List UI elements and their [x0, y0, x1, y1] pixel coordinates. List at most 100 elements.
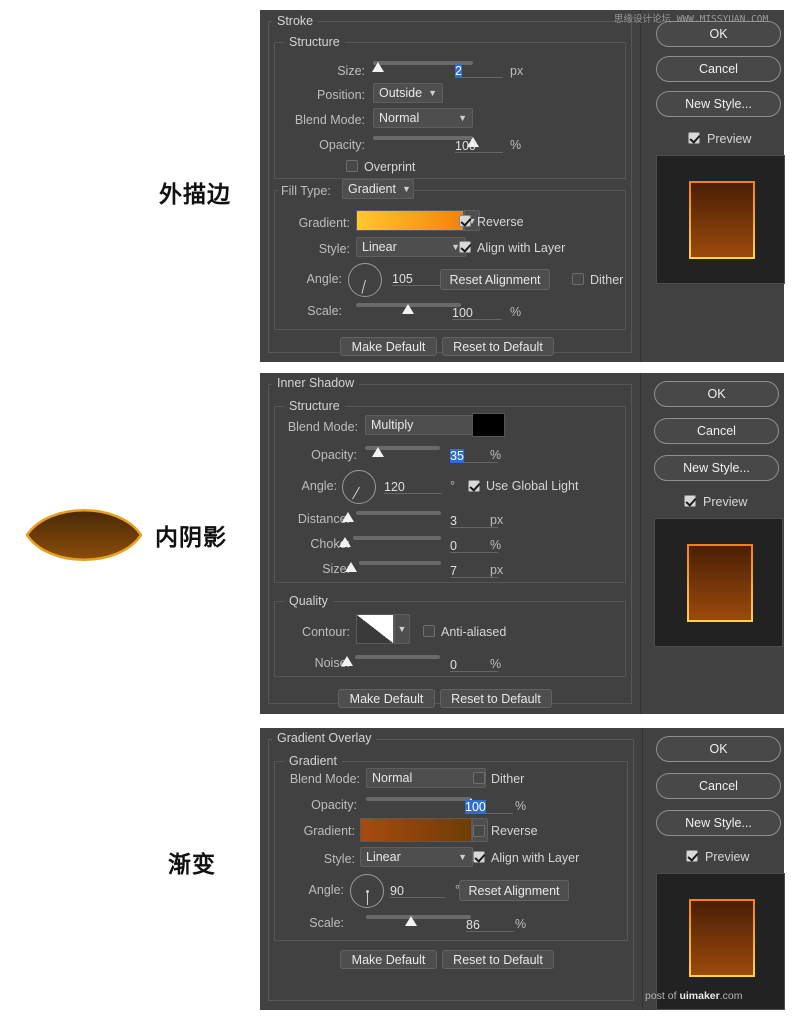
- is-structure-group-title: Structure: [284, 400, 345, 412]
- is-angle-value-field[interactable]: 120: [384, 478, 442, 494]
- is-opacity-unit: %: [490, 448, 502, 462]
- anti-aliased-checkbox[interactable]: [423, 625, 435, 637]
- go-scale-label: Scale:: [309, 916, 344, 930]
- dither-label: Dither: [590, 273, 624, 287]
- watermark-prefix: post of: [645, 990, 680, 1002]
- contour-swatch[interactable]: [356, 614, 394, 644]
- reset-alignment-button[interactable]: Reset Alignment: [440, 269, 550, 290]
- scale-slider-thumb[interactable]: [402, 304, 415, 314]
- go-angle-dial[interactable]: [350, 874, 384, 908]
- is-make-default-button[interactable]: Make Default: [338, 689, 435, 708]
- overprint-checkbox[interactable]: [346, 160, 358, 172]
- gradient-swatch[interactable]: [356, 210, 464, 231]
- make-default-button[interactable]: Make Default: [340, 337, 437, 356]
- choke-value: 0: [450, 539, 457, 553]
- is-reset-to-default-button[interactable]: Reset to Default: [440, 689, 552, 708]
- stroke-group-title: Stroke: [272, 15, 319, 27]
- size-label: Size:: [337, 64, 365, 78]
- distance-slider-thumb[interactable]: [342, 512, 355, 522]
- is-size-unit: px: [490, 563, 504, 577]
- go-scale-slider-thumb[interactable]: [405, 916, 418, 926]
- go-scale-value-field[interactable]: 86: [466, 916, 514, 932]
- go-gradient-label: Gradient:: [303, 824, 355, 838]
- is-size-slider-track[interactable]: [359, 561, 441, 565]
- fill-type-value: Gradient: [348, 182, 396, 196]
- go-new-style-button[interactable]: New Style...: [656, 810, 781, 836]
- is-angle-dial[interactable]: [342, 470, 376, 504]
- go-blend-mode-value: Normal: [372, 771, 413, 785]
- watermark-suffix: .com: [719, 990, 743, 1002]
- go-style-select[interactable]: Linear ▼: [360, 847, 473, 867]
- go-cancel-button[interactable]: Cancel: [656, 773, 781, 799]
- go-scale-slider-track[interactable]: [366, 915, 471, 919]
- noise-slider-thumb[interactable]: [341, 656, 354, 666]
- style-label: Style:: [318, 242, 350, 256]
- quality-group-title: Quality: [284, 595, 333, 607]
- go-blend-mode-label: Blend Mode:: [289, 772, 360, 786]
- choke-unit: %: [490, 538, 502, 552]
- opacity-unit: %: [510, 138, 522, 152]
- go-reverse-checkbox[interactable]: [473, 825, 485, 837]
- new-style-button[interactable]: New Style...: [656, 91, 781, 117]
- shadow-color-swatch[interactable]: [472, 413, 505, 437]
- is-size-slider-thumb[interactable]: [345, 562, 358, 572]
- reverse-checkbox[interactable]: [459, 215, 471, 227]
- inner-shadow-lens-illustration: [25, 509, 143, 561]
- go-gradient-swatch[interactable]: [360, 818, 472, 842]
- distance-value: 3: [450, 514, 457, 528]
- blend-mode-select[interactable]: Normal ▼: [373, 108, 473, 128]
- choke-slider-track[interactable]: [353, 536, 441, 540]
- noise-slider-track[interactable]: [355, 655, 440, 659]
- go-opacity-value-field[interactable]: 100: [465, 798, 513, 814]
- style-value: Linear: [362, 240, 397, 254]
- go-dither-label: Dither: [491, 772, 525, 786]
- scale-value-field[interactable]: 100: [452, 304, 502, 320]
- scale-label: Scale:: [307, 304, 342, 318]
- go-angle-value-field[interactable]: 90: [390, 882, 445, 898]
- go-preview-checkbox[interactable]: [686, 850, 698, 862]
- is-opacity-slider-thumb[interactable]: [372, 447, 385, 457]
- go-align-with-layer-label: Align with Layer: [491, 851, 580, 865]
- preview-checkbox[interactable]: [688, 132, 700, 144]
- contour-picker-chevron-icon[interactable]: ▼: [394, 614, 410, 644]
- style-select[interactable]: Linear ▼: [356, 237, 466, 257]
- go-style-value: Linear: [366, 850, 401, 864]
- is-cancel-button[interactable]: Cancel: [654, 418, 779, 444]
- chevron-down-icon: ▼: [401, 184, 411, 194]
- distance-slider-track[interactable]: [356, 511, 441, 515]
- watermark-brand: uimaker: [679, 990, 720, 1002]
- go-align-with-layer-checkbox[interactable]: [473, 851, 485, 863]
- go-reset-alignment-button[interactable]: Reset Alignment: [459, 880, 569, 901]
- chevron-down-icon: ▼: [451, 242, 460, 252]
- reset-to-default-button[interactable]: Reset to Default: [442, 337, 554, 356]
- choke-slider-thumb[interactable]: [339, 537, 352, 547]
- go-opacity-slider-track[interactable]: [366, 797, 471, 801]
- go-ok-button[interactable]: OK: [656, 736, 781, 762]
- is-opacity-label: Opacity:: [311, 448, 357, 462]
- go-reset-to-default-button[interactable]: Reset to Default: [442, 950, 554, 969]
- angle-value-field[interactable]: 105: [392, 270, 447, 286]
- go-make-default-button[interactable]: Make Default: [340, 950, 437, 969]
- is-angle-unit: °: [450, 479, 455, 493]
- go-dither-checkbox[interactable]: [473, 772, 485, 784]
- position-select[interactable]: Outside ▼: [373, 83, 443, 103]
- go-blend-mode-select[interactable]: Normal ▼: [366, 768, 486, 788]
- use-global-light-checkbox[interactable]: [468, 480, 480, 492]
- dither-checkbox[interactable]: [572, 273, 584, 285]
- align-with-layer-checkbox[interactable]: [459, 241, 471, 253]
- is-blend-mode-value: Multiply: [371, 418, 414, 432]
- fill-type-select[interactable]: Gradient ▼: [342, 179, 414, 199]
- is-blend-mode-label: Blend Mode:: [287, 420, 358, 434]
- opacity-value-field[interactable]: 100: [455, 137, 503, 153]
- is-new-style-button[interactable]: New Style...: [654, 455, 779, 481]
- go-preview-label: Preview: [705, 850, 750, 864]
- stroke-dialog: Stroke Structure Size: 2 px Position: Ou…: [260, 10, 785, 362]
- cancel-button[interactable]: Cancel: [656, 56, 781, 82]
- size-slider-thumb[interactable]: [372, 62, 385, 72]
- is-preview-checkbox[interactable]: [684, 495, 696, 507]
- angle-dial[interactable]: [348, 263, 382, 297]
- watermark-top: 思缘设计论坛 WWW.MISSYUAN.COM: [614, 14, 769, 25]
- watermark-bottom: post of uimaker.com: [645, 990, 743, 1002]
- size-value-field[interactable]: 2: [455, 62, 503, 78]
- is-ok-button[interactable]: OK: [654, 381, 779, 407]
